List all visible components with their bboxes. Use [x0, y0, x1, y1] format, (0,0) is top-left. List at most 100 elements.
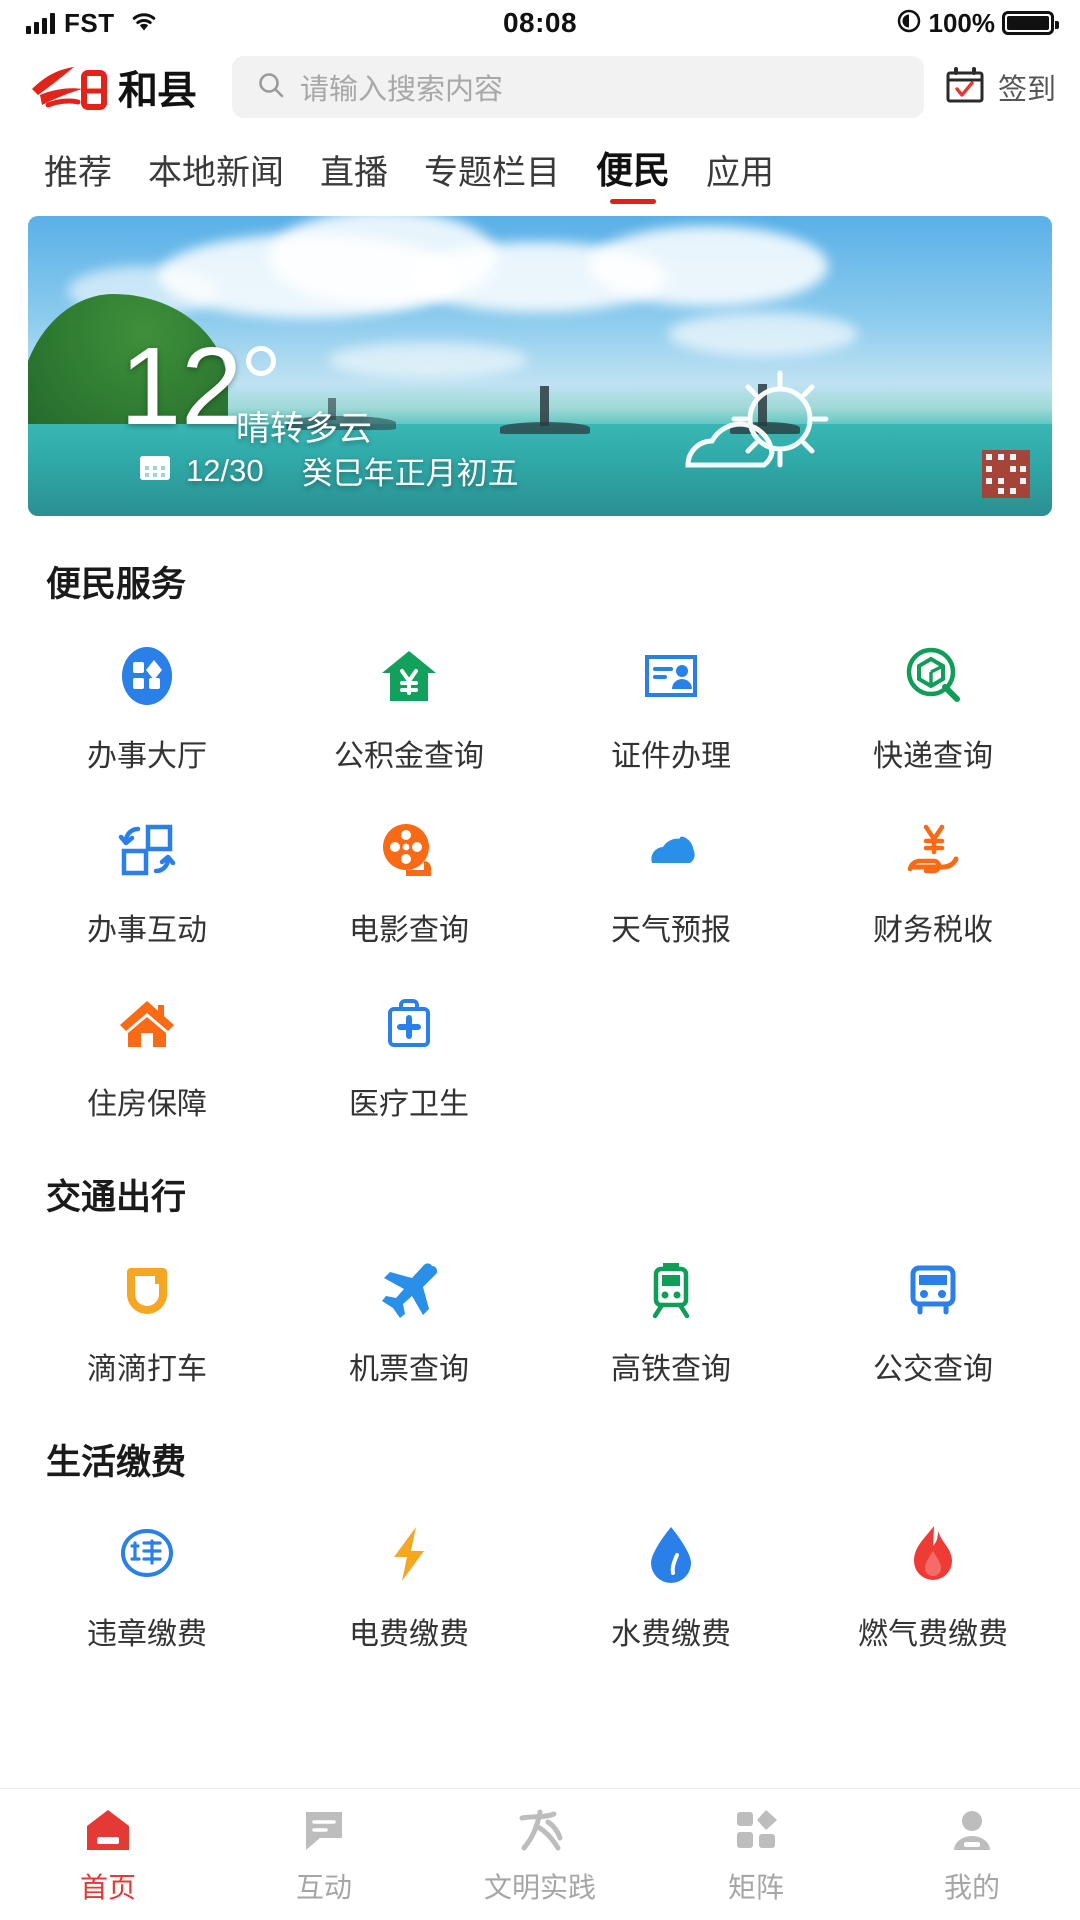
payment-item-gas[interactable]: 燃气费缴费	[802, 1485, 1064, 1659]
date-label: 12/30	[186, 452, 264, 488]
nav-item-profile[interactable]: 我的	[864, 1804, 1080, 1906]
weather-banner[interactable]: 12 晴转多云 12/30 癸巳年正月初五	[28, 216, 1052, 516]
calendar-check-icon	[942, 62, 988, 113]
service-item-label: 天气预报	[611, 914, 731, 947]
qr-code-icon[interactable]	[982, 450, 1030, 498]
tab-recommend[interactable]: 推荐	[26, 145, 130, 204]
nav-item-label: 首页	[79, 1871, 136, 1903]
payment-item-label: 电费缴费	[349, 1618, 469, 1651]
logo-calligraphy-icon	[32, 67, 107, 110]
lightning-bolt-icon	[376, 1521, 442, 1587]
payment-item-water[interactable]: 水费缴费	[540, 1485, 802, 1659]
lunar-date-label: 癸巳年正月初五	[301, 456, 519, 491]
tab-convenience[interactable]: 便民	[578, 140, 688, 204]
exchange-arrows-icon	[114, 817, 180, 883]
cloud-shape	[668, 312, 858, 356]
service-hall-icon	[114, 643, 180, 709]
bus-icon	[900, 1256, 966, 1322]
transport-item-flight[interactable]: 机票查询	[278, 1220, 540, 1394]
tab-special[interactable]: 专题栏目	[406, 145, 578, 204]
sun-behind-cloud-icon	[652, 361, 852, 486]
cloud-shape	[328, 342, 528, 378]
payment-item-violation[interactable]: 违章缴费	[16, 1485, 278, 1659]
nav-item-civil-practice[interactable]: 文明实践	[432, 1804, 648, 1906]
transport-item-bus[interactable]: 公交查询	[802, 1220, 1064, 1394]
home-icon	[114, 991, 180, 1057]
grid-payments: 违章缴费 电费缴费 水费缴费 燃气费缴费	[0, 1485, 1080, 1659]
service-item-label: 证件办理	[611, 740, 731, 773]
service-item-label: 住房保障	[87, 1088, 207, 1121]
location-arrow-icon	[896, 8, 922, 39]
transport-item-label: 公交查询	[873, 1353, 993, 1386]
package-search-icon	[900, 643, 966, 709]
service-item-tax[interactable]: 财务税收	[802, 781, 1064, 955]
yuan-in-hand-icon	[900, 817, 966, 883]
service-item-label: 公积金查询	[334, 740, 484, 773]
service-item-package-search[interactable]: 快递查询	[802, 607, 1064, 781]
water-drop-icon	[638, 1521, 704, 1587]
weather-condition-label: 晴转多云	[236, 410, 372, 448]
service-item-exchange[interactable]: 办事互动	[16, 781, 278, 955]
transport-item-didi[interactable]: 滴滴打车	[16, 1220, 278, 1394]
battery-full-icon	[1002, 11, 1059, 35]
tab-local-news[interactable]: 本地新闻	[130, 145, 302, 204]
calendar-icon	[138, 452, 172, 490]
nav-item-interaction[interactable]: 互动	[216, 1804, 432, 1906]
status-bar: FST 08:08 100%	[0, 0, 1080, 46]
signin-button[interactable]: 签到	[942, 62, 1056, 113]
search-icon	[256, 70, 286, 105]
airplane-icon	[376, 1256, 442, 1322]
transport-item-train[interactable]: 高铁查询	[540, 1220, 802, 1394]
housing-fund-icon	[376, 643, 442, 709]
app-logo[interactable]: 和县	[24, 58, 214, 116]
film-reel-icon	[376, 817, 442, 883]
payment-item-label: 水费缴费	[611, 1618, 731, 1651]
didi-icon	[114, 1256, 180, 1322]
service-item-label: 办事互动	[87, 914, 207, 947]
nav-item-label: 文明实践	[483, 1871, 596, 1903]
section-title-transport: 交通出行	[46, 1178, 187, 1217]
service-item-medical[interactable]: 医疗卫生	[278, 955, 540, 1129]
degree-symbol-icon	[246, 346, 277, 376]
payment-item-label: 违章缴费	[87, 1618, 207, 1651]
boat-mast-shape	[540, 386, 549, 426]
service-item-service-hall[interactable]: 办事大厅	[16, 607, 278, 781]
nav-item-label: 互动	[295, 1871, 352, 1903]
nav-item-label: 我的	[943, 1871, 1000, 1903]
nav-item-home[interactable]: 首页	[0, 1804, 216, 1906]
service-item-housing-fund[interactable]: 公积金查询	[278, 607, 540, 781]
id-card-icon	[638, 643, 704, 709]
nav-item-label: 矩阵	[727, 1871, 784, 1903]
service-item-label: 医疗卫生	[349, 1088, 469, 1121]
tab-apps[interactable]: 应用	[688, 145, 792, 204]
bottom-tab-bar: 首页 互动 文明实践 矩阵 我的	[0, 1788, 1080, 1920]
service-item-movie[interactable]: 电影查询	[278, 781, 540, 955]
temperature-value: 12	[120, 325, 243, 448]
nav-item-matrix[interactable]: 矩阵	[648, 1804, 864, 1906]
service-item-id-card[interactable]: 证件办理	[540, 607, 802, 781]
category-tabs: 推荐 本地新闻 直播 专题栏目 便民 应用	[0, 128, 1080, 204]
payment-item-electricity[interactable]: 电费缴费	[278, 1485, 540, 1659]
app-screen: FST 08:08 100% 和县 请输入搜索内容 签到 推荐 本地新闻 直播 …	[0, 0, 1080, 1920]
civil-icon	[514, 1804, 566, 1856]
grid-transport: 滴滴打车 机票查询 高铁查询 公交查询	[0, 1220, 1080, 1394]
service-item-housing[interactable]: 住房保障	[16, 955, 278, 1129]
cloud-shape	[588, 226, 828, 306]
transport-item-label: 滴滴打车	[87, 1353, 207, 1386]
battery-percent-label: 100%	[928, 7, 996, 38]
grid-icon	[730, 1804, 782, 1856]
search-input[interactable]: 请输入搜索内容	[232, 56, 924, 118]
service-item-weather[interactable]: 天气预报	[540, 781, 802, 955]
user-icon	[946, 1804, 998, 1856]
payment-item-label: 燃气费缴费	[858, 1618, 1008, 1651]
signin-label: 签到	[997, 74, 1056, 106]
flame-icon	[900, 1521, 966, 1587]
service-item-label: 财务税收	[873, 914, 993, 947]
home-nav-icon	[82, 1804, 134, 1856]
weather-date-row: 12/30 癸巳年正月初五	[138, 448, 519, 493]
search-placeholder: 请输入搜索内容	[300, 74, 504, 106]
grid-convenience: 办事大厅 公积金查询 证件办理 快递查询 办事互动 电影查询 天气预报 财务税收…	[0, 607, 1080, 1129]
section-title-payments: 生活缴费	[46, 1443, 187, 1482]
tab-live[interactable]: 直播	[302, 145, 406, 204]
medical-kit-icon	[376, 991, 442, 1057]
